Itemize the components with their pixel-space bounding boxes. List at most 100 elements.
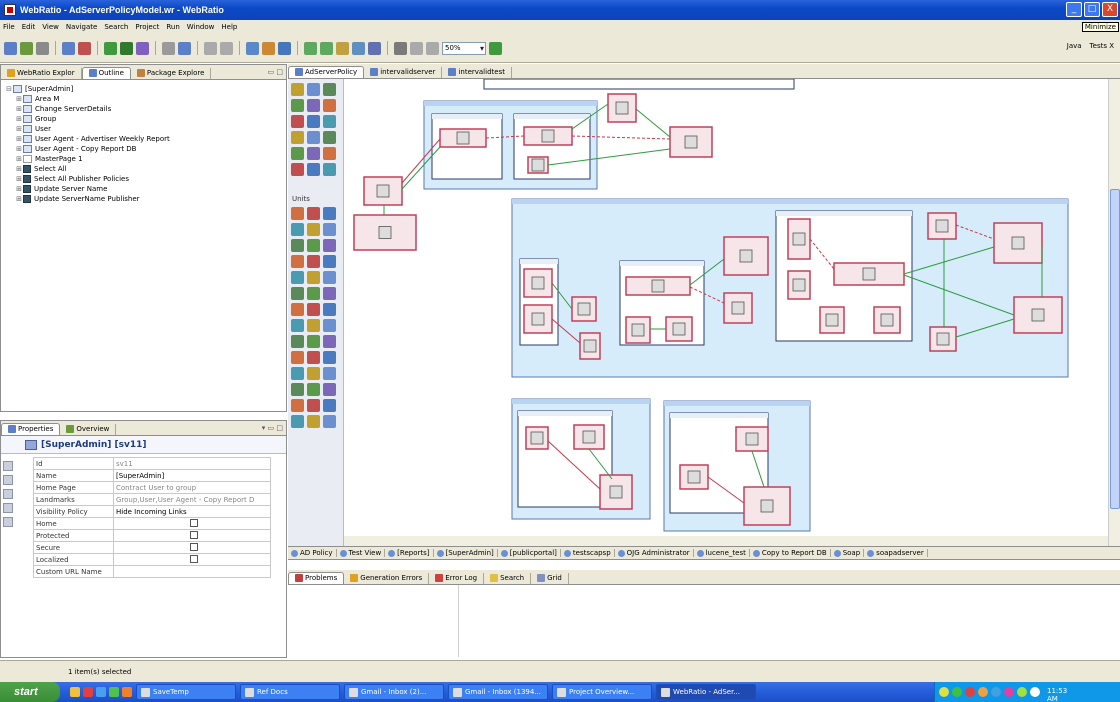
tree-node[interactable]: ⊞ User (5, 124, 286, 134)
area-header[interactable] (664, 401, 810, 406)
page-header[interactable] (620, 261, 704, 266)
unit-icon[interactable] (731, 301, 745, 315)
categories-icon[interactable] (3, 461, 13, 471)
props-tab-0[interactable]: Properties (1, 423, 61, 435)
palette-tool-icon[interactable] (291, 319, 304, 332)
palette-tool-icon[interactable] (291, 255, 304, 268)
unit-icon[interactable] (651, 279, 665, 293)
area-header[interactable] (424, 101, 597, 106)
menu-item-search[interactable]: Search (104, 23, 128, 31)
tray-icon[interactable] (965, 687, 975, 697)
taskbar-task[interactable]: Ref Docs (240, 684, 340, 700)
palette-tool-icon[interactable] (291, 131, 304, 144)
unit-icon[interactable] (936, 332, 950, 346)
palette-tool-icon[interactable] (291, 239, 304, 252)
toolbar-icon[interactable] (220, 41, 233, 55)
property-checkbox[interactable] (190, 542, 198, 551)
palette-tool-icon[interactable] (307, 319, 320, 332)
tray-icon[interactable] (939, 687, 949, 697)
editor-tab-2[interactable]: intervalidtest (442, 67, 512, 78)
palette-tool-icon[interactable] (323, 131, 336, 144)
navigation-link[interactable] (635, 108, 671, 138)
tree-node[interactable]: ⊞ Select All (5, 164, 286, 174)
tree-node[interactable]: ⊞ User Agent - Copy Report DB (5, 144, 286, 154)
unit-icon[interactable] (935, 219, 949, 233)
unit-icon[interactable] (745, 432, 759, 446)
property-row[interactable]: Visibility Policy Hide Incoming Links (33, 505, 271, 518)
folder-icon[interactable] (70, 687, 80, 697)
unit-icon[interactable] (582, 430, 596, 444)
menu-item-window[interactable]: Window (187, 23, 215, 31)
props-tab-1[interactable]: Overview (60, 424, 117, 435)
palette-tool-icon[interactable] (307, 131, 320, 144)
bottom-tab-1[interactable]: Generation Errors (344, 573, 430, 584)
siteview-tab[interactable]: [publicportal] (498, 549, 561, 557)
unit-icon[interactable] (792, 232, 806, 246)
page-header[interactable] (670, 413, 768, 418)
expand-toggle-icon[interactable]: ⊞ (15, 125, 23, 133)
maximize-button[interactable]: □ (1084, 2, 1100, 17)
area-header[interactable] (512, 199, 1068, 204)
toolbar-icon[interactable] (246, 41, 259, 55)
toolbar-icon[interactable] (204, 41, 217, 55)
property-row[interactable]: Home Page Contract User to group (33, 481, 271, 494)
property-row[interactable]: Id sv11 (33, 457, 271, 470)
unit-icon[interactable] (672, 322, 686, 336)
palette-tool-icon[interactable] (291, 367, 304, 380)
property-value[interactable] (113, 565, 271, 578)
property-value[interactable]: sv11 (113, 457, 271, 470)
unit-icon[interactable] (1011, 236, 1025, 250)
page-box[interactable] (483, 79, 795, 90)
palette-tool-icon[interactable] (323, 351, 336, 364)
siteview-tab[interactable]: Copy to Report DB (750, 549, 831, 557)
toolbar-icon[interactable] (36, 41, 49, 55)
palette-tool-icon[interactable] (307, 271, 320, 284)
ie-icon[interactable] (96, 687, 106, 697)
expand-toggle-icon[interactable]: ⊞ (15, 105, 23, 113)
palette-tool-icon[interactable] (307, 383, 320, 396)
palette-tool-icon[interactable] (291, 415, 304, 428)
palette-tool-icon[interactable] (291, 287, 304, 300)
palette-tool-icon[interactable] (291, 335, 304, 348)
perspective-0[interactable]: Java (1067, 42, 1082, 50)
toolbar-icon[interactable] (4, 41, 17, 55)
tree-node[interactable]: ⊞ Update Server Name (5, 184, 286, 194)
toolbar-icon[interactable] (394, 41, 407, 55)
tray-icon[interactable] (991, 687, 1001, 697)
page-box[interactable] (513, 113, 591, 180)
unit-icon[interactable] (609, 485, 623, 499)
advanced-icon[interactable] (3, 489, 13, 499)
tray-icon[interactable] (952, 687, 962, 697)
toolbar-icon[interactable] (410, 41, 423, 55)
page-header[interactable] (432, 114, 502, 119)
toolbar-icon[interactable] (489, 41, 502, 55)
property-value[interactable] (113, 553, 271, 566)
palette-tool-icon[interactable] (291, 271, 304, 284)
toolbar-icon[interactable] (104, 41, 117, 55)
menu-item-project[interactable]: Project (135, 23, 159, 31)
palette-tool-icon[interactable] (307, 207, 320, 220)
toolbar-icon[interactable] (120, 41, 133, 55)
property-value[interactable] (113, 529, 271, 542)
bottom-tab-3[interactable]: Search (484, 573, 532, 584)
unit-icon[interactable] (531, 312, 545, 326)
palette-tool-icon[interactable] (323, 163, 336, 176)
tree-node[interactable]: ⊞ Area M (5, 94, 286, 104)
palette-tool-icon[interactable] (291, 115, 304, 128)
diagram-canvas[interactable] (344, 79, 1108, 546)
bottom-tab-2[interactable]: Error Log (429, 573, 485, 584)
palette-tool-icon[interactable] (307, 399, 320, 412)
property-value[interactable] (113, 517, 271, 530)
siteview-tab[interactable]: Soap (831, 549, 865, 557)
siteview-tab[interactable]: soapadserver (864, 549, 928, 557)
siteview-tab[interactable]: OJG Administrator (615, 549, 694, 557)
unit-icon[interactable] (456, 131, 470, 145)
palette-tool-icon[interactable] (291, 223, 304, 236)
minimize-button[interactable]: _ (1066, 2, 1082, 17)
expand-toggle-icon[interactable]: ⊞ (15, 115, 23, 123)
unit-icon[interactable] (862, 267, 876, 281)
toolbar-icon[interactable] (78, 41, 91, 55)
zoom-combo[interactable]: 50% (442, 41, 486, 55)
expand-toggle-icon[interactable]: ⊟ (5, 85, 13, 93)
siteview-tab[interactable]: lucene_test (694, 549, 750, 557)
